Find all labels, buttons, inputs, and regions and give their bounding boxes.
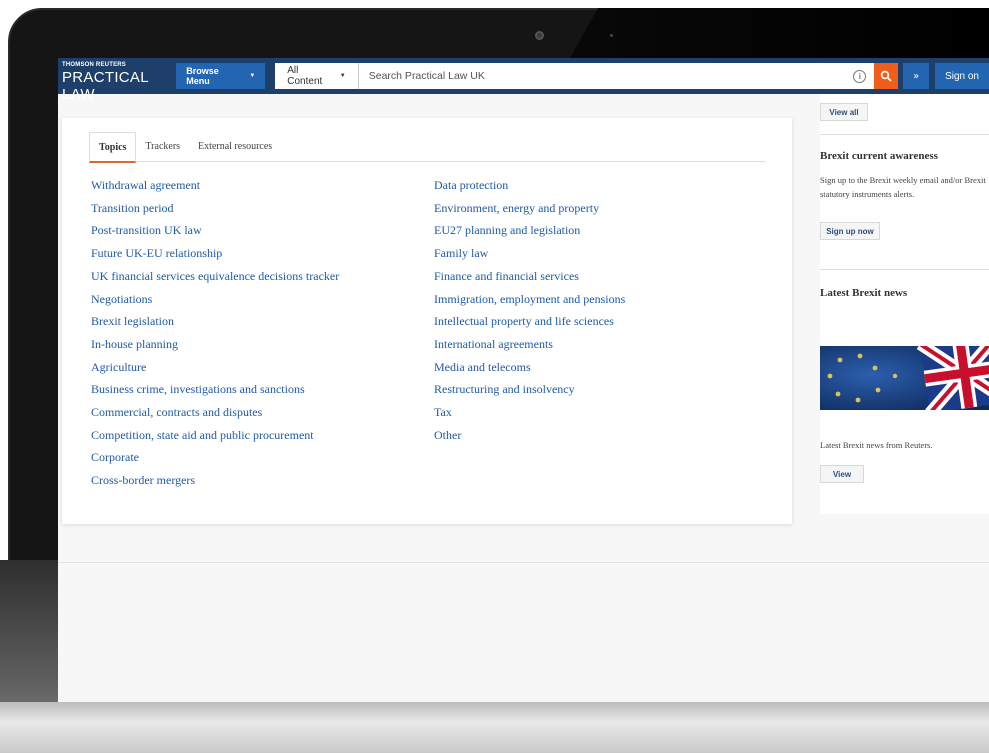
topic-link[interactable]: Competition, state aid and public procur… — [91, 424, 421, 447]
search-input[interactable] — [368, 70, 777, 82]
topic-link[interactable]: Corporate — [91, 446, 421, 469]
brand-company: THOMSON REUTERS — [62, 62, 127, 68]
laptop-base — [0, 702, 989, 753]
topic-link[interactable]: UK financial services equivalence decisi… — [91, 265, 421, 288]
info-icon[interactable]: i — [853, 69, 867, 83]
topic-link[interactable]: Tax — [434, 401, 764, 424]
divider — [820, 269, 989, 270]
topic-link[interactable]: Post-transition UK law — [91, 219, 421, 242]
topics-list-left: Withdrawal agreement Transition period P… — [91, 174, 421, 492]
topics-panel: Topics Trackers External resources Withd… — [62, 118, 792, 524]
tab-topics[interactable]: Topics — [89, 132, 137, 163]
search-tools: i — [776, 63, 875, 89]
tab-bar: Topics Trackers External resources — [89, 132, 766, 163]
topic-link[interactable]: Future UK-EU relationship — [91, 242, 421, 265]
caret-down-icon: ▼ — [339, 73, 346, 79]
search-field — [358, 63, 777, 89]
topic-link[interactable]: Transition period — [91, 197, 421, 220]
laptop-mockup: THOMSON REUTERS PRACTICAL LAW Browse Men… — [0, 0, 989, 753]
news-heading: Latest Brexit news — [820, 287, 908, 299]
divider — [820, 134, 989, 135]
topic-link[interactable]: Cross-border mergers — [91, 469, 421, 492]
search-button[interactable] — [874, 63, 899, 89]
topic-link[interactable]: Brexit legislation — [91, 310, 421, 333]
camera-indicator — [610, 34, 613, 37]
topic-link[interactable]: In-house planning — [91, 333, 421, 356]
brexit-sidebar: View all Brexit current awareness Sign u… — [820, 94, 989, 514]
topic-link[interactable]: Restructuring and insolvency — [434, 378, 764, 401]
sign-on-button[interactable]: Sign on — [935, 63, 989, 89]
topic-link[interactable]: Agriculture — [91, 356, 421, 379]
caret-down-icon: ▼ — [249, 73, 256, 79]
brand-logo[interactable]: THOMSON REUTERS PRACTICAL LAW — [58, 58, 172, 103]
awareness-text: Sign up to the Brexit weekly email and/o… — [820, 175, 986, 199]
webcam-icon — [535, 31, 544, 40]
browse-menu-button[interactable]: Browse Menu ▼ — [176, 63, 266, 89]
tab-trackers[interactable]: Trackers — [136, 132, 189, 162]
topic-link[interactable]: Media and telecoms — [434, 356, 764, 379]
tab-external-resources[interactable]: External resources — [189, 132, 281, 162]
search-icon — [881, 70, 892, 82]
view-news-button[interactable]: View — [820, 465, 864, 483]
site-header: THOMSON REUTERS PRACTICAL LAW Browse Men… — [58, 58, 989, 103]
double-chevron-down-icon: » — [913, 70, 920, 82]
content-filter-label: All Content — [287, 65, 323, 87]
browser-screen: THOMSON REUTERS PRACTICAL LAW Browse Men… — [58, 58, 989, 702]
topic-link[interactable]: Data protection — [434, 174, 764, 197]
brand-product: PRACTICAL LAW — [62, 69, 149, 103]
topic-link[interactable]: Withdrawal agreement — [91, 174, 421, 197]
topic-link[interactable]: Commercial, contracts and disputes — [91, 401, 421, 424]
topic-link[interactable]: Finance and financial services — [434, 265, 764, 288]
more-options-button[interactable]: » — [903, 63, 930, 89]
topic-link[interactable]: Intellectual property and life sciences — [434, 310, 764, 333]
sign-up-button[interactable]: Sign up now — [820, 222, 880, 240]
topic-link[interactable]: Immigration, employment and pensions — [434, 288, 764, 311]
topic-link[interactable]: Business crime, investigations and sanct… — [91, 378, 421, 401]
flags-illustration — [820, 346, 989, 410]
topic-link[interactable]: Family law — [434, 242, 764, 265]
topics-list-right: Data protection Environment, energy and … — [434, 174, 764, 446]
content-filter-select[interactable]: All Content ▼ — [275, 63, 359, 89]
topic-link[interactable]: Negotiations — [91, 288, 421, 311]
topic-link[interactable]: Environment, energy and property — [434, 197, 764, 220]
topic-link[interactable]: Other — [434, 424, 764, 447]
news-text: Latest Brexit news from Reuters. — [820, 440, 933, 450]
view-all-button[interactable]: View all — [820, 103, 868, 121]
page-divider — [58, 562, 989, 563]
eu-uk-flags-image — [820, 346, 989, 410]
awareness-heading: Brexit current awareness — [820, 150, 938, 162]
browse-menu-label: Browse Menu — [186, 66, 219, 86]
topic-link[interactable]: International agreements — [434, 333, 764, 356]
topic-link[interactable]: EU27 planning and legislation — [434, 219, 764, 242]
